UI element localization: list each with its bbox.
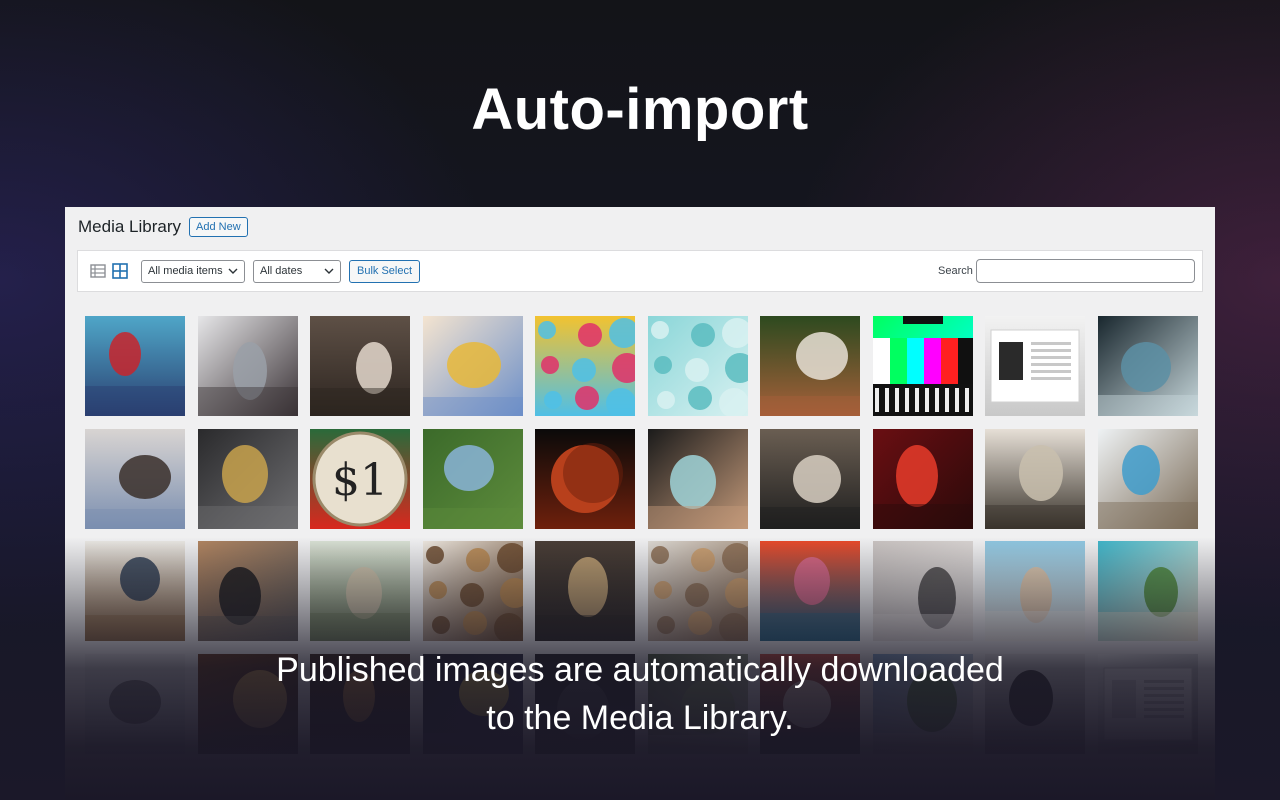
- thumbnail-image: [423, 316, 523, 416]
- page-header: Media Library Add New: [78, 217, 248, 237]
- caption-line-1: Published images are automatically downl…: [276, 651, 1004, 689]
- page-title: Media Library: [78, 217, 181, 236]
- media-thumbnail-sleeping-cat[interactable]: [873, 541, 973, 641]
- thumbnail-image: [985, 429, 1085, 529]
- hero-title: Auto-import: [471, 77, 809, 142]
- media-thumbnail-gold-rings[interactable]: [198, 429, 298, 529]
- add-new-button[interactable]: Add New: [189, 217, 248, 237]
- media-thumbnail-man-red-sweater[interactable]: [85, 316, 185, 416]
- media-thumbnail-guitarist-warehouse[interactable]: [760, 429, 860, 529]
- media-thumbnail-colorful-bubbles[interactable]: [535, 316, 635, 416]
- chevron-down-icon: [324, 268, 334, 274]
- media-thumbnail-cereal-bowl[interactable]: [648, 541, 748, 641]
- media-thumbnail-kitten[interactable]: [310, 541, 410, 641]
- media-type-filter[interactable]: All media items: [141, 260, 245, 283]
- media-thumbnail-train-street[interactable]: [535, 541, 635, 641]
- media-type-filter-value: All media items: [148, 265, 223, 277]
- media-thumbnail-blue-van[interactable]: [1098, 429, 1198, 529]
- media-thumbnail-blood-moon[interactable]: [535, 429, 635, 529]
- search-input[interactable]: [976, 259, 1195, 283]
- media-thumbnail-camera-gear[interactable]: [198, 541, 298, 641]
- thumbnail-image: $1: [310, 429, 410, 529]
- thumbnail-image: [873, 541, 973, 641]
- thumbnail-image: [85, 429, 185, 529]
- media-thumbnail-cookies[interactable]: [423, 541, 523, 641]
- thumbnail-image: [648, 429, 748, 529]
- date-filter[interactable]: All dates: [253, 260, 341, 283]
- media-thumbnail-vr-headset[interactable]: [873, 429, 973, 529]
- thumbnail-image: [535, 429, 635, 529]
- grid-view-icon[interactable]: [112, 263, 128, 279]
- media-thumbnail-screenshot-page[interactable]: [985, 316, 1085, 416]
- thumbnail-image: [1098, 316, 1198, 416]
- date-filter-value: All dates: [260, 265, 303, 277]
- list-view-icon[interactable]: [90, 263, 106, 279]
- search-label: Search: [938, 265, 973, 277]
- media-thumbnail-couple-hug[interactable]: [85, 429, 185, 529]
- media-thumbnail-woman-lollipop[interactable]: [760, 541, 860, 641]
- caption: Published images are automatically downl…: [0, 646, 1280, 742]
- media-toolbar: All media items All dates Bulk Select Se…: [77, 250, 1203, 292]
- thumbnail-image: [760, 316, 860, 416]
- thumbnail-image: [760, 541, 860, 641]
- thumbnail-image: [985, 316, 1085, 416]
- thumbnail-image: [1098, 541, 1198, 641]
- media-thumbnail-test-pattern[interactable]: [873, 316, 973, 416]
- thumbnail-image: [535, 541, 635, 641]
- caption-line-2: to the Media Library.: [486, 699, 794, 737]
- media-thumbnail-tropical-pool[interactable]: [1098, 541, 1198, 641]
- thumbnail-image: [423, 429, 523, 529]
- thumbnail-image: [873, 429, 973, 529]
- thumbnail-image: [873, 316, 973, 416]
- thumbnail-image: [535, 316, 635, 416]
- bulk-select-button[interactable]: Bulk Select: [349, 260, 421, 283]
- thumbnail-image: [648, 316, 748, 416]
- media-thumbnail-green-ridge[interactable]: [423, 429, 523, 529]
- media-thumbnail-dollar-coin[interactable]: $1: [310, 429, 410, 529]
- thumbnail-image: [85, 316, 185, 416]
- thumbnail-image: [423, 541, 523, 641]
- thumbnail-image: [198, 429, 298, 529]
- media-thumbnail-woman-portrait[interactable]: [310, 316, 410, 416]
- thumbnail-image: [198, 541, 298, 641]
- media-thumbnail-illustration-climbers[interactable]: [423, 316, 523, 416]
- media-thumbnail-robot-woman[interactable]: [1098, 316, 1198, 416]
- thumbnail-image: [85, 541, 185, 641]
- media-thumbnail-girl-bed[interactable]: [985, 541, 1085, 641]
- media-thumbnail-laptop-hands[interactable]: [198, 316, 298, 416]
- thumbnail-image: [1098, 429, 1198, 529]
- thumbnail-image: [198, 316, 298, 416]
- thumbnail-image: [760, 429, 860, 529]
- thumbnail-image: [648, 541, 748, 641]
- svg-text:$1: $1: [332, 455, 388, 506]
- media-thumbnail-masked-woman[interactable]: [648, 429, 748, 529]
- media-thumbnail-man-laptop-hat[interactable]: [85, 541, 185, 641]
- media-thumbnail-bedside-vase[interactable]: [985, 429, 1085, 529]
- media-thumbnail-teal-beads[interactable]: [648, 316, 748, 416]
- thumbnail-image: [310, 316, 410, 416]
- thumbnail-image: [985, 541, 1085, 641]
- chevron-down-icon: [228, 268, 238, 274]
- media-thumbnail-white-rabbit[interactable]: [760, 316, 860, 416]
- thumbnail-image: [310, 541, 410, 641]
